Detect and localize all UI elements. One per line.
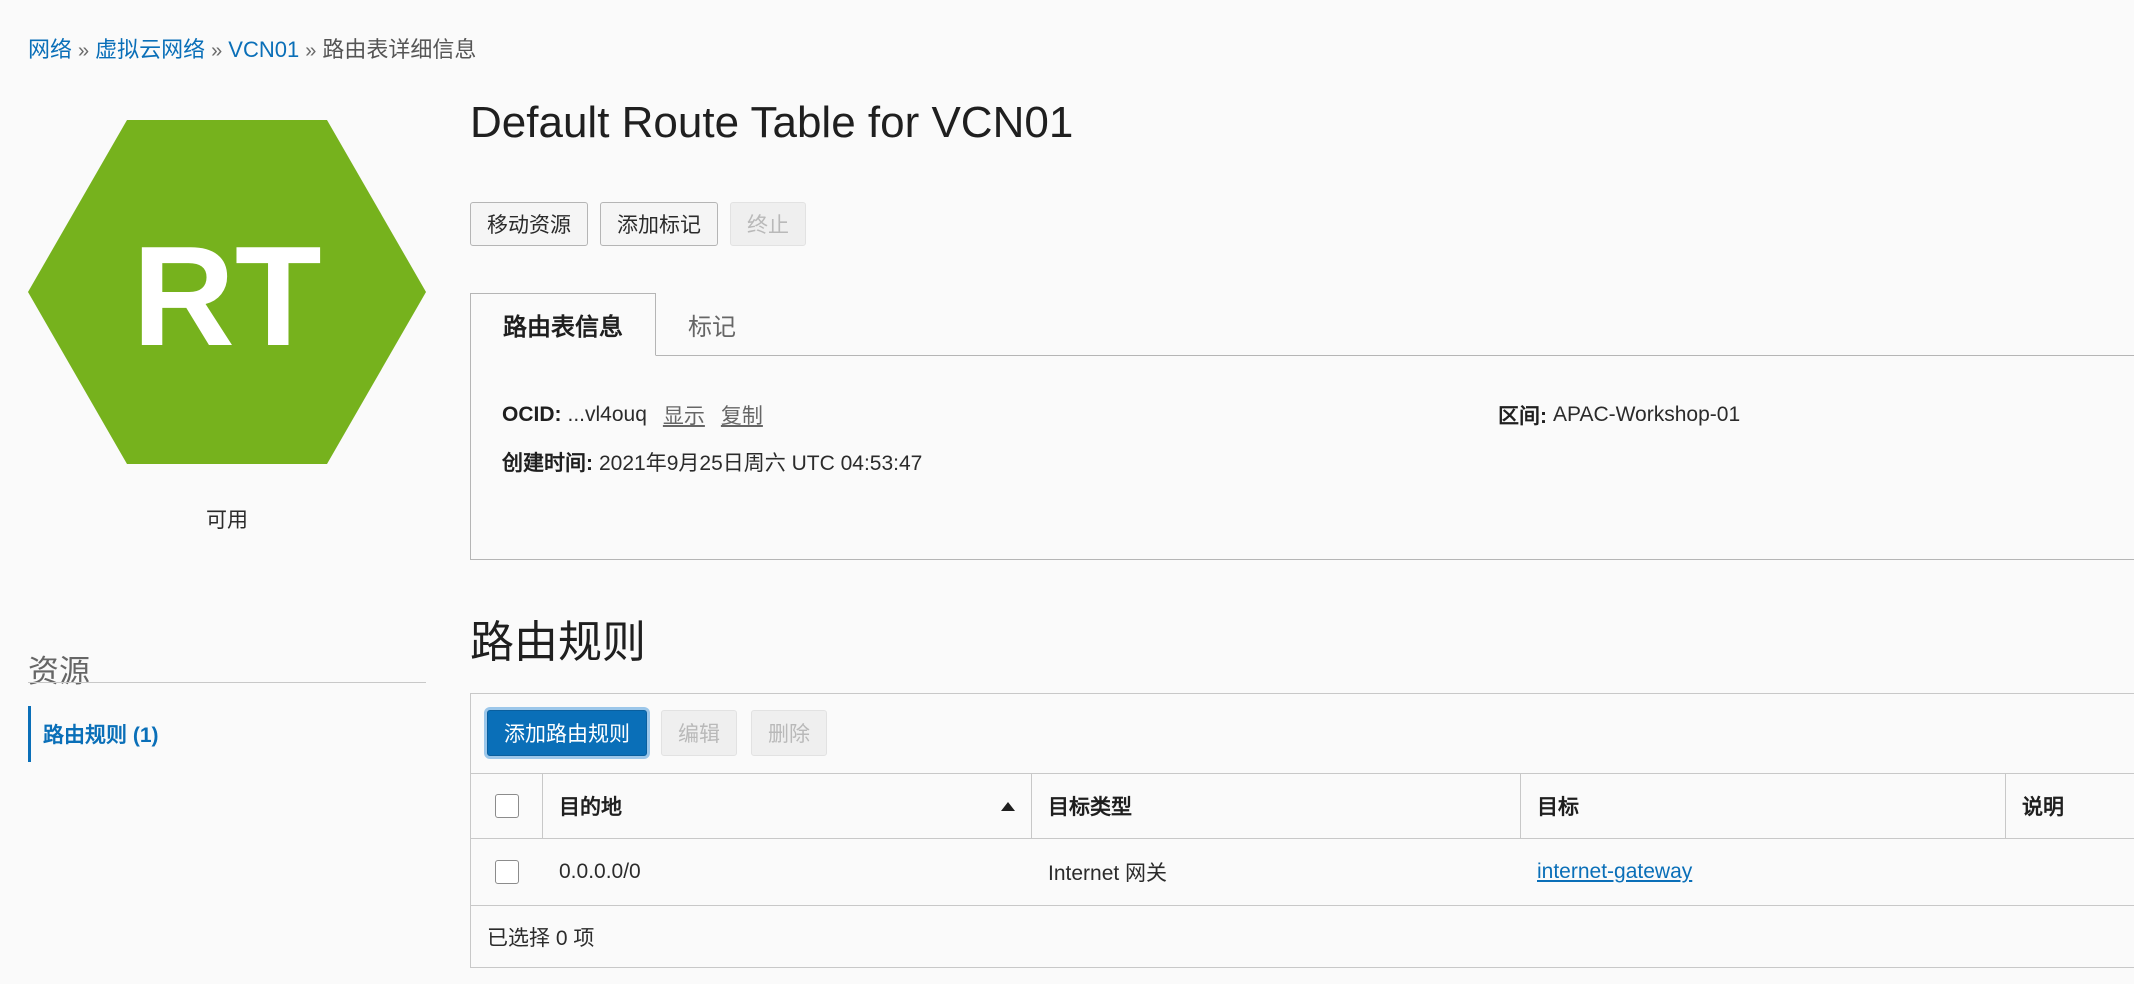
row-checkbox[interactable]	[495, 860, 519, 884]
column-header-target-type[interactable]: 目标类型	[1032, 774, 1521, 838]
breadcrumb-link-vcn01[interactable]: VCN01	[228, 37, 299, 62]
cell-description	[2006, 839, 2134, 905]
tab-tags[interactable]: 标记	[656, 293, 768, 355]
hexagon-icon: RT	[28, 120, 426, 464]
compartment-value: APAC-Workshop-01	[1553, 403, 1741, 426]
created-value: 2021年9月25日周六 UTC 04:53:47	[599, 452, 923, 475]
select-all-checkbox[interactable]	[494, 794, 519, 818]
ocid-value: ...vl4ouq	[567, 403, 647, 426]
table-header: 目的地 目标类型 目标 说明	[471, 773, 2134, 839]
breadcrumb-separator: »	[305, 40, 317, 62]
lifecycle-status: 可用	[206, 509, 248, 532]
table-toolbar: 添加路由规则 编辑 删除	[487, 710, 827, 756]
selected-count: 已选择 0 项	[487, 927, 595, 950]
detail-tabs: 路由表信息 标记	[470, 293, 2134, 356]
column-header-destination[interactable]: 目的地	[543, 774, 1032, 838]
terminate-button[interactable]: 终止	[730, 202, 806, 246]
breadcrumb: 网络» 虚拟云网络» VCN01» 路由表详细信息	[28, 32, 476, 64]
ocid-show-link[interactable]: 显示	[663, 400, 705, 430]
created-label: 创建时间:	[502, 452, 593, 475]
table-row: 0.0.0.0/0 Internet 网关 internet-gateway	[471, 839, 2134, 906]
resources-divider	[28, 682, 426, 683]
ocid-row: OCID: ...vl4ouq 显示 复制	[502, 400, 763, 430]
resource-hexagon-icon: RT	[28, 120, 426, 464]
info-panel: OCID: ...vl4ouq 显示 复制 区间: APAC-Workshop-…	[470, 355, 2134, 560]
page-title: Default Route Table for VCN01	[470, 98, 1074, 147]
cell-target-type: Internet 网关	[1048, 862, 1168, 885]
ocid-copy-link[interactable]: 复制	[721, 400, 763, 430]
target-link[interactable]: internet-gateway	[1537, 860, 1692, 884]
resources-item-route-rules[interactable]: 路由规则 (1)	[28, 706, 159, 762]
move-resource-button[interactable]: 移动资源	[470, 202, 588, 246]
delete-button[interactable]: 删除	[751, 710, 827, 756]
action-bar: 移动资源 添加标记 终止	[470, 202, 806, 246]
header-checkbox-cell	[471, 774, 543, 838]
tab-route-table-info[interactable]: 路由表信息	[470, 293, 656, 356]
breadcrumb-link-vcn-list[interactable]: 虚拟云网络	[95, 37, 205, 62]
cell-destination: 0.0.0.0/0	[559, 860, 641, 883]
route-rules-heading: 路由规则	[470, 618, 646, 667]
edit-button[interactable]: 编辑	[661, 710, 737, 756]
column-header-description[interactable]: 说明	[2006, 774, 2134, 838]
rules-grid: 目的地 目标类型 目标 说明 0.0.0.0/0 Internet 网关 int…	[471, 773, 2134, 906]
add-tag-button[interactable]: 添加标记	[600, 202, 718, 246]
resource-icon-letters: RT	[132, 217, 321, 376]
breadcrumb-current: 路由表详细信息	[322, 37, 477, 62]
compartment-label: 区间:	[1498, 405, 1547, 428]
cell-target: internet-gateway	[1521, 839, 2006, 905]
sort-ascending-icon[interactable]	[1001, 801, 1015, 811]
breadcrumb-link-network[interactable]: 网络	[28, 37, 72, 62]
add-route-rule-button[interactable]: 添加路由规则	[487, 710, 647, 756]
column-header-destination-label: 目的地	[559, 796, 622, 819]
column-header-target[interactable]: 目标	[1521, 774, 2006, 838]
breadcrumb-separator: »	[211, 40, 223, 62]
compartment-row: 区间: APAC-Workshop-01	[1498, 400, 1740, 430]
route-rules-table: 添加路由规则 编辑 删除 目的地 目标类型 目标 说明 0.0.0.0/0 In…	[470, 693, 2134, 968]
breadcrumb-separator: »	[78, 40, 90, 62]
resources-heading: 资源	[28, 653, 90, 689]
ocid-label: OCID:	[502, 403, 562, 426]
created-row: 创建时间: 2021年9月25日周六 UTC 04:53:47	[502, 447, 922, 477]
row-checkbox-cell	[471, 839, 543, 905]
